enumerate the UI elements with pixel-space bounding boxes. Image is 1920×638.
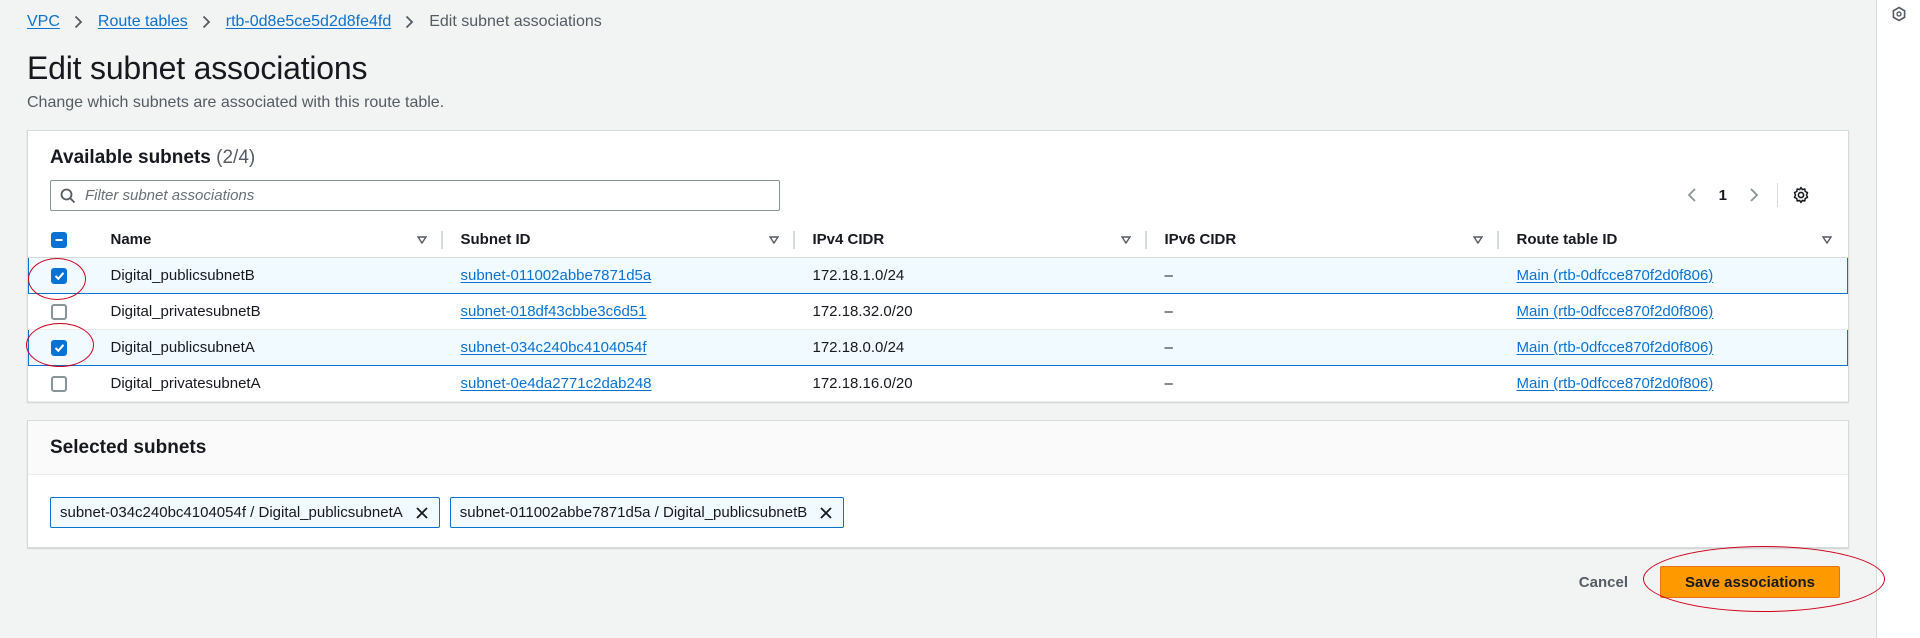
cell-ipv6-cidr: – bbox=[1146, 256, 1499, 294]
cell-ipv4-cidr: 172.18.1.0/24 bbox=[794, 256, 1147, 294]
selected-subnets-panel: Selected subnets subnet-034c240bc4104054… bbox=[27, 420, 1849, 548]
cell-name: Digital_privatesubnetB bbox=[90, 293, 443, 330]
right-side-rail bbox=[1876, 0, 1920, 638]
close-icon[interactable] bbox=[819, 506, 833, 520]
row-checkbox-cell[interactable] bbox=[28, 328, 91, 366]
column-header-label: IPv4 CIDR bbox=[812, 231, 885, 249]
token-label: subnet-011002abbe7871d5a / Digital_publi… bbox=[459, 504, 808, 521]
cancel-button[interactable]: Cancel bbox=[1579, 574, 1628, 591]
page-title: Edit subnet associations bbox=[27, 50, 368, 86]
available-subnets-count: (2/4) bbox=[216, 147, 256, 168]
row-checkbox[interactable] bbox=[51, 339, 67, 356]
form-actions: Cancel Save associations bbox=[1579, 566, 1840, 598]
column-header-label: IPv6 CIDR bbox=[1164, 231, 1237, 249]
available-subnets-title: Available subnets bbox=[50, 147, 211, 168]
row-checkbox-cell[interactable] bbox=[28, 256, 91, 294]
chevron-right-icon bbox=[202, 15, 212, 29]
cell-ipv6-cidr: – bbox=[1146, 293, 1499, 330]
breadcrumb-vpc[interactable]: VPC bbox=[27, 13, 60, 31]
table-row[interactable]: Digital_publicsubnetA subnet-034c240bc41… bbox=[28, 328, 1848, 366]
cell-route-table-id: Main (rtb-0dfcce870f2d0f806) bbox=[1498, 256, 1848, 294]
select-all-header[interactable] bbox=[28, 223, 91, 258]
pager-divider bbox=[1777, 183, 1778, 207]
pagination: 1 bbox=[1683, 182, 1810, 208]
cell-ipv4-cidr: 172.18.16.0/20 bbox=[794, 365, 1147, 402]
chevron-right-icon bbox=[405, 15, 415, 29]
sort-caret-icon[interactable] bbox=[768, 236, 779, 244]
breadcrumb: VPC Route tables rtb-0d8e5ce5d2d8fe4fd E… bbox=[27, 12, 602, 32]
filter-search-box bbox=[50, 180, 780, 211]
subnet-id-link[interactable]: subnet-018df43cbbe3c6d51 bbox=[461, 303, 647, 320]
cell-name: Digital_privatesubnetA bbox=[90, 365, 443, 402]
sort-caret-icon[interactable] bbox=[1821, 236, 1832, 244]
available-subnets-panel: Available subnets (2/4) 1 Name Subnet ID… bbox=[27, 130, 1849, 402]
available-subnets-header: Available subnets (2/4) bbox=[50, 147, 255, 169]
route-table-link[interactable]: Main (rtb-0dfcce870f2d0f806) bbox=[1517, 267, 1714, 284]
cell-ipv4-cidr: 172.18.32.0/20 bbox=[794, 293, 1147, 330]
table-row[interactable]: Digital_privatesubnetB subnet-018df43cbb… bbox=[28, 293, 1848, 330]
select-all-checkbox[interactable] bbox=[50, 232, 67, 249]
hexagon-icon[interactable] bbox=[1891, 6, 1907, 22]
breadcrumb-route-table-id[interactable]: rtb-0d8e5ce5d2d8fe4fd bbox=[226, 13, 391, 31]
chevron-right-icon[interactable] bbox=[1745, 185, 1763, 205]
subnet-id-link[interactable]: subnet-011002abbe7871d5a bbox=[461, 267, 652, 284]
cell-ipv6-cidr: – bbox=[1146, 365, 1499, 402]
sort-caret-icon[interactable] bbox=[416, 236, 427, 244]
breadcrumb-current: Edit subnet associations bbox=[429, 13, 602, 30]
table-row[interactable]: Digital_privatesubnetA subnet-0e4da2771c… bbox=[28, 365, 1848, 402]
filter-subnet-input[interactable] bbox=[85, 187, 735, 204]
cell-subnet-id: subnet-011002abbe7871d5a bbox=[442, 256, 795, 294]
subnet-id-link[interactable]: subnet-034c240bc4104054f bbox=[461, 339, 647, 356]
subnets-table: Name Subnet ID IPv4 CIDR IPv6 CIDR Route… bbox=[28, 223, 1848, 402]
row-checkbox-cell[interactable] bbox=[28, 293, 91, 330]
search-icon bbox=[60, 188, 76, 203]
column-header-label: Name bbox=[110, 231, 152, 249]
cell-ipv6-cidr: – bbox=[1146, 328, 1499, 366]
cell-subnet-id: subnet-0e4da2771c2dab248 bbox=[442, 365, 795, 402]
chevron-right-icon bbox=[74, 15, 84, 29]
row-checkbox[interactable] bbox=[50, 303, 67, 320]
selected-subnet-tokens: subnet-034c240bc4104054f / Digital_publi… bbox=[50, 497, 854, 528]
row-checkbox-cell[interactable] bbox=[28, 365, 91, 402]
cell-name: Digital_publicsubnetB bbox=[90, 256, 443, 294]
selected-subnet-token: subnet-011002abbe7871d5a / Digital_publi… bbox=[449, 497, 845, 528]
column-header-ipv4-cidr[interactable]: IPv4 CIDR bbox=[794, 223, 1147, 258]
column-header-route-table-id[interactable]: Route table ID bbox=[1498, 223, 1848, 258]
column-header-subnet-id[interactable]: Subnet ID bbox=[442, 223, 795, 258]
breadcrumb-route-tables[interactable]: Route tables bbox=[98, 13, 188, 31]
column-header-label: Route table ID bbox=[1516, 231, 1618, 249]
cell-route-table-id: Main (rtb-0dfcce870f2d0f806) bbox=[1498, 328, 1848, 366]
selected-subnet-token: subnet-034c240bc4104054f / Digital_publi… bbox=[50, 497, 440, 528]
table-row[interactable]: Digital_publicsubnetB subnet-011002abbe7… bbox=[28, 256, 1848, 294]
route-table-link[interactable]: Main (rtb-0dfcce870f2d0f806) bbox=[1517, 375, 1714, 392]
token-label: subnet-034c240bc4104054f / Digital_publi… bbox=[60, 504, 403, 521]
selected-subnets-title: Selected subnets bbox=[50, 437, 207, 458]
page-description: Change which subnets are associated with… bbox=[27, 94, 445, 111]
page-number[interactable]: 1 bbox=[1719, 187, 1727, 204]
subnet-id-link[interactable]: subnet-0e4da2771c2dab248 bbox=[461, 375, 652, 392]
column-header-ipv6-cidr[interactable]: IPv6 CIDR bbox=[1146, 223, 1499, 258]
save-associations-button[interactable]: Save associations bbox=[1660, 566, 1840, 598]
sort-caret-icon[interactable] bbox=[1472, 236, 1483, 244]
cell-ipv4-cidr: 172.18.0.0/24 bbox=[794, 328, 1147, 366]
row-checkbox[interactable] bbox=[51, 267, 67, 284]
route-table-link[interactable]: Main (rtb-0dfcce870f2d0f806) bbox=[1517, 303, 1714, 320]
route-table-link[interactable]: Main (rtb-0dfcce870f2d0f806) bbox=[1517, 339, 1714, 356]
cell-subnet-id: subnet-034c240bc4104054f bbox=[442, 328, 795, 366]
chevron-left-icon[interactable] bbox=[1683, 185, 1701, 205]
cell-subnet-id: subnet-018df43cbbe3c6d51 bbox=[442, 293, 795, 330]
column-header-label: Subnet ID bbox=[460, 231, 531, 249]
selected-subnets-header-bar bbox=[28, 421, 1848, 475]
row-checkbox[interactable] bbox=[50, 375, 67, 392]
cell-name: Digital_publicsubnetA bbox=[90, 328, 443, 366]
table-header-row: Name Subnet ID IPv4 CIDR IPv6 CIDR Route… bbox=[28, 223, 1848, 258]
gear-icon[interactable] bbox=[1792, 186, 1810, 204]
cell-route-table-id: Main (rtb-0dfcce870f2d0f806) bbox=[1498, 365, 1848, 402]
close-icon[interactable] bbox=[415, 506, 429, 520]
column-header-name[interactable]: Name bbox=[90, 223, 443, 258]
sort-caret-icon[interactable] bbox=[1120, 236, 1131, 244]
cell-route-table-id: Main (rtb-0dfcce870f2d0f806) bbox=[1498, 293, 1848, 330]
